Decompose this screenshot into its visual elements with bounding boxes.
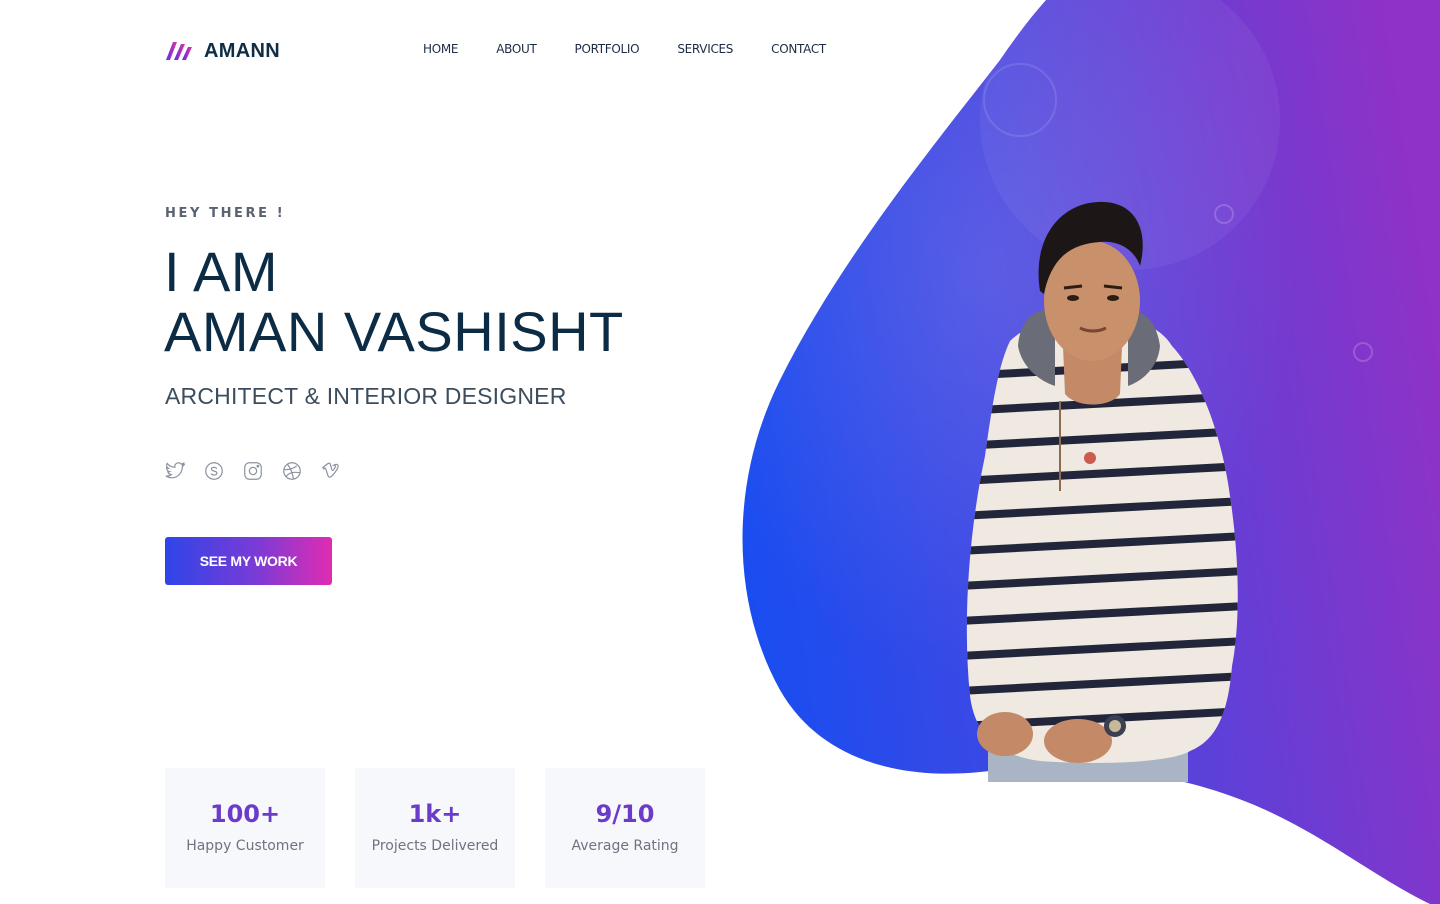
stat-card: 100+ Happy Customer [165,768,325,888]
stat-value: 1k+ [408,800,462,828]
nav-about[interactable]: ABOUT [496,42,537,56]
brand-logo[interactable]: AMANN [164,38,280,64]
social-links [164,460,342,482]
dribbble-icon[interactable] [281,460,303,482]
profile-photo [966,201,1238,782]
hero-eyebrow: HEY THERE ! [165,206,286,221]
nav-portfolio[interactable]: PORTFOLIO [575,42,640,56]
skype-icon[interactable] [203,460,225,482]
stats-row: 100+ Happy Customer 1k+ Projects Deliver… [165,768,705,888]
stat-card: 1k+ Projects Delivered [355,768,515,888]
hero-title: I AM AMAN VASHISHT [164,242,624,362]
twitter-icon[interactable] [164,460,186,482]
see-my-work-button[interactable]: SEE MY WORK [165,537,332,585]
stat-label: Projects Delivered [371,838,499,854]
stat-value: 9/10 [595,800,655,828]
instagram-icon[interactable] [242,460,264,482]
nav-contact[interactable]: CONTACT [771,42,826,56]
vimeo-icon[interactable] [320,460,342,482]
nav-services[interactable]: SERVICES [677,42,733,56]
stat-label: Average Rating [571,838,679,854]
nav-home[interactable]: HOME [423,42,459,56]
hero-subtitle: ARCHITECT & INTERIOR DESIGNER [165,383,567,409]
stat-label: Happy Customer [186,838,304,854]
logo-mark-icon [166,42,192,60]
main-nav: HOME ABOUT PORTFOLIO SERVICES CONTACT [423,42,864,56]
stat-value: 100+ [209,800,281,828]
hero-title-line2: AMAN VASHISHT [164,300,624,363]
brand-name: AMANN [204,39,280,62]
stat-card: 9/10 Average Rating [545,768,705,888]
hero-title-line1: I AM [164,240,279,303]
